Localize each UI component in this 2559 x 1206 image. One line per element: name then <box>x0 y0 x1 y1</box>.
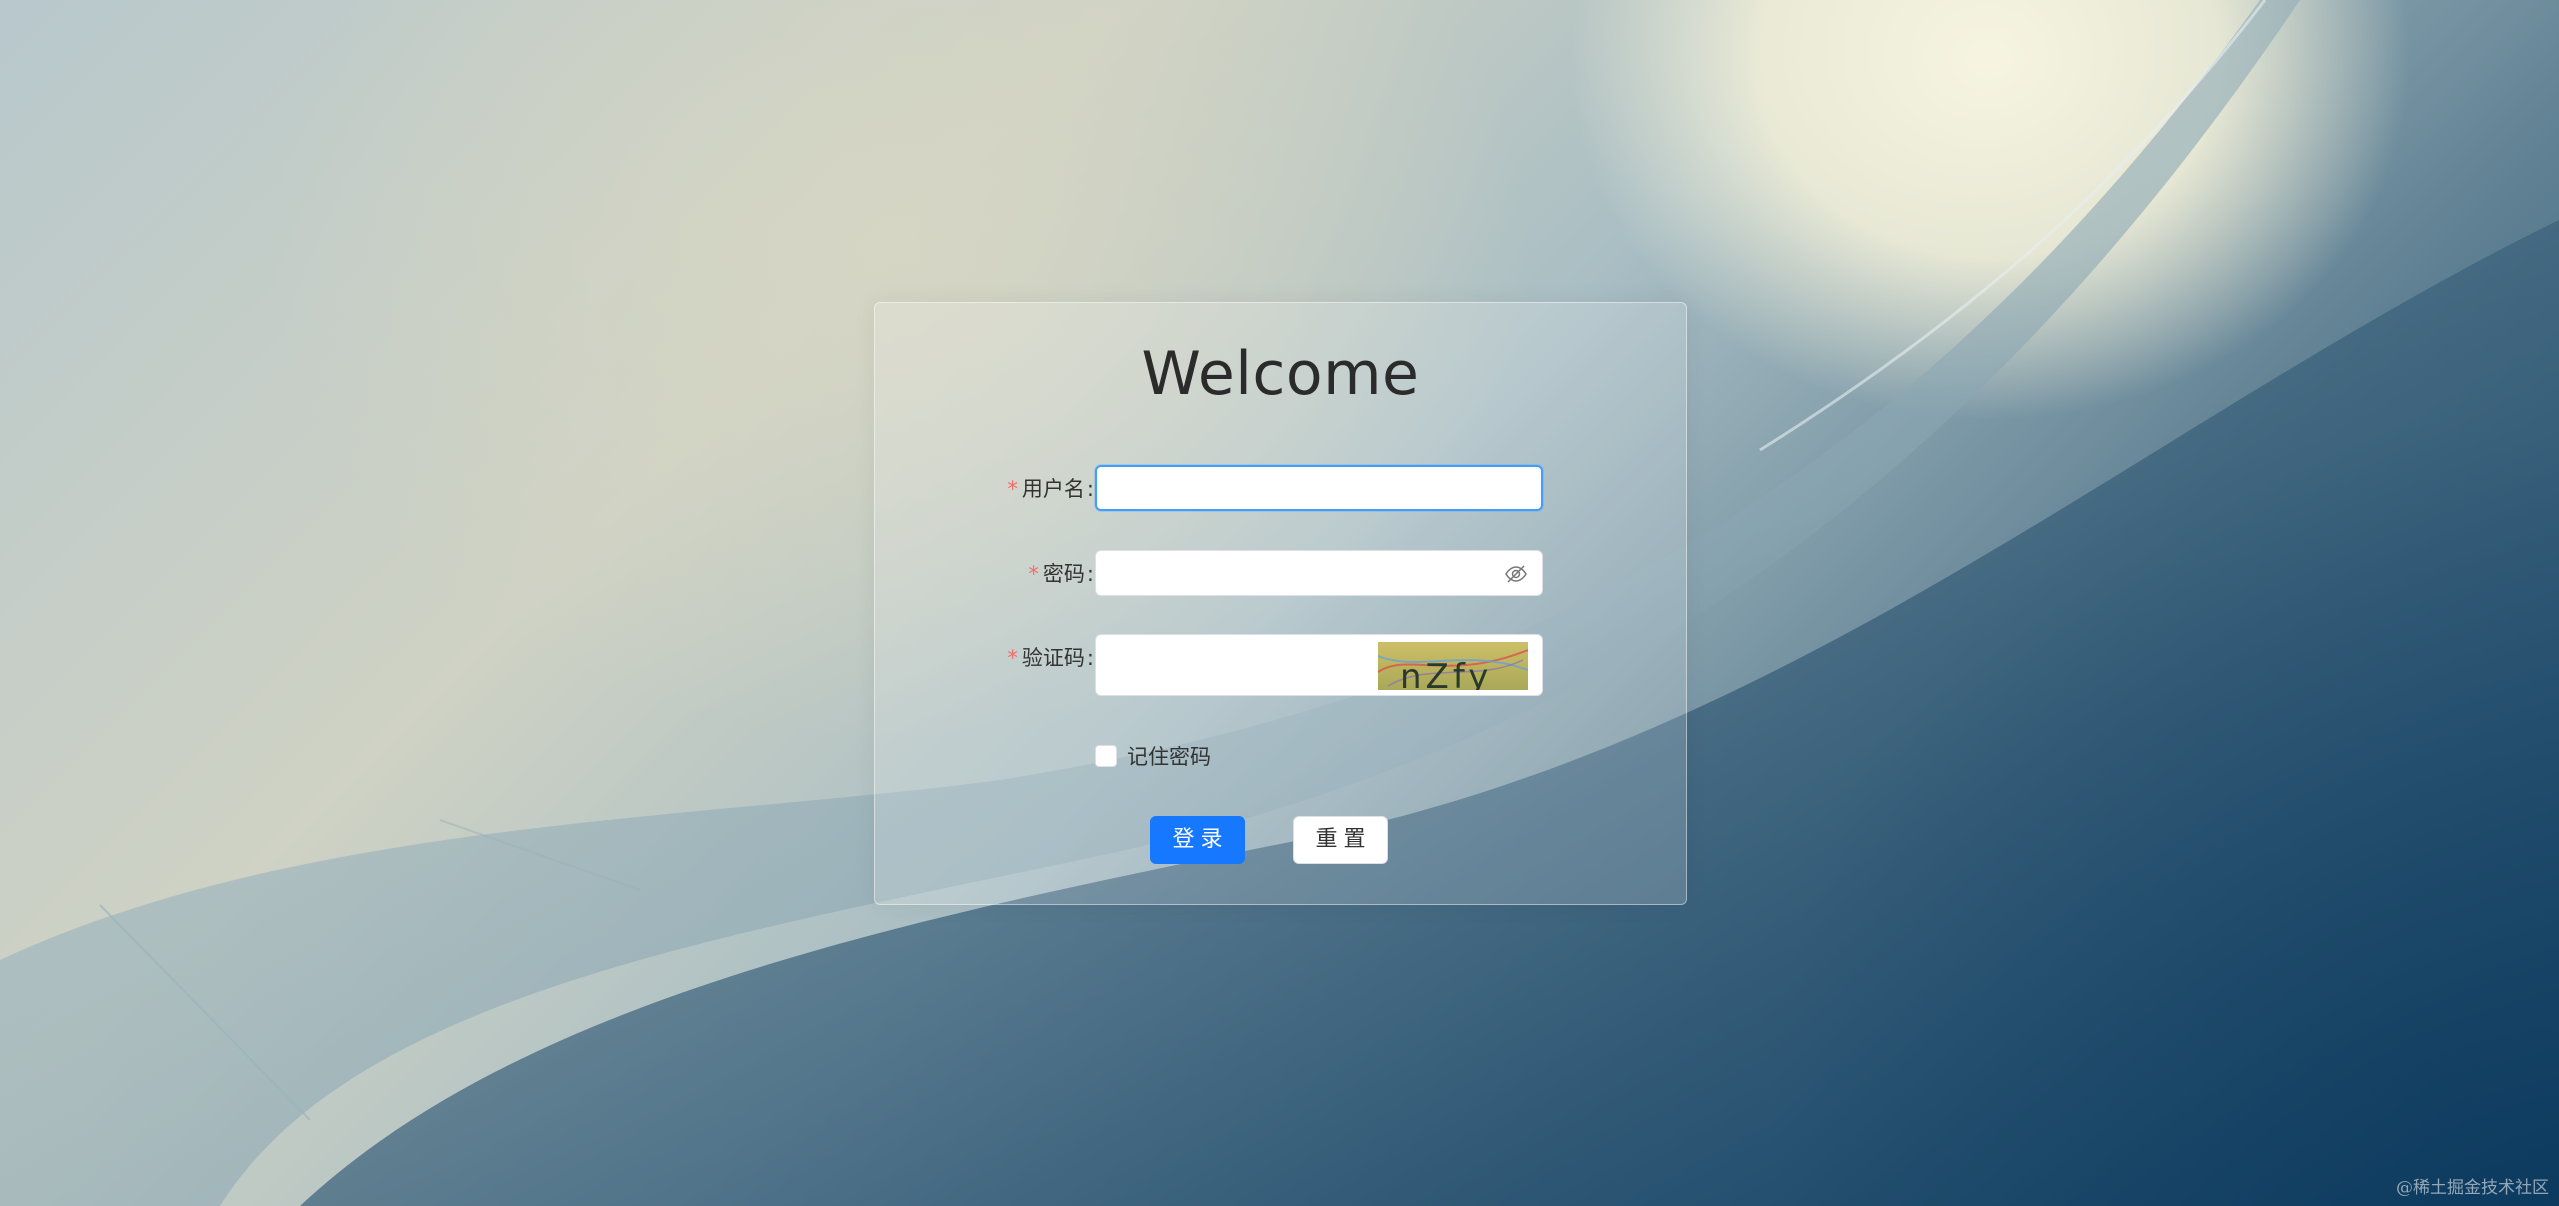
remember-label[interactable]: 记住密码 <box>1127 741 1211 771</box>
password-input[interactable] <box>1108 551 1492 597</box>
eye-off-icon[interactable] <box>1504 562 1528 586</box>
username-row: * 用户名: <box>875 465 1688 515</box>
username-input-wrapper[interactable] <box>1095 465 1543 511</box>
remember-checkbox[interactable] <box>1095 745 1117 767</box>
login-button[interactable]: 登录 <box>1150 816 1245 864</box>
required-mark: * <box>1028 562 1039 586</box>
remember-checkbox-group[interactable]: 记住密码 <box>1095 743 1211 769</box>
remember-row: 记住密码 <box>875 743 1688 769</box>
button-row: 登录 重置 <box>875 816 1688 866</box>
required-mark: * <box>1007 477 1018 501</box>
captcha-input[interactable] <box>1108 635 1362 697</box>
password-label: * 密码: <box>1028 562 1094 586</box>
required-mark: * <box>1007 646 1018 670</box>
watermark: @稀土掘金技术社区 <box>2396 1178 2549 1198</box>
captcha-row: * 验证码: nZfy <box>875 634 1688 697</box>
captcha-text: nZfy <box>1400 657 1492 690</box>
username-label: * 用户名: <box>1007 477 1094 501</box>
page-title: Welcome <box>1141 339 1420 409</box>
captcha-label: * 验证码: <box>1007 646 1094 670</box>
captcha-input-wrapper[interactable]: nZfy <box>1095 634 1543 697</box>
username-input[interactable] <box>1109 467 1493 511</box>
captcha-image[interactable]: nZfy <box>1378 642 1528 690</box>
reset-button[interactable]: 重置 <box>1293 816 1388 864</box>
password-input-wrapper[interactable] <box>1095 550 1543 597</box>
login-card: Welcome * 用户名: * 密码: * 验证码: nZfy 记住密码 登录… <box>874 302 1687 905</box>
password-row: * 密码: <box>875 550 1688 600</box>
